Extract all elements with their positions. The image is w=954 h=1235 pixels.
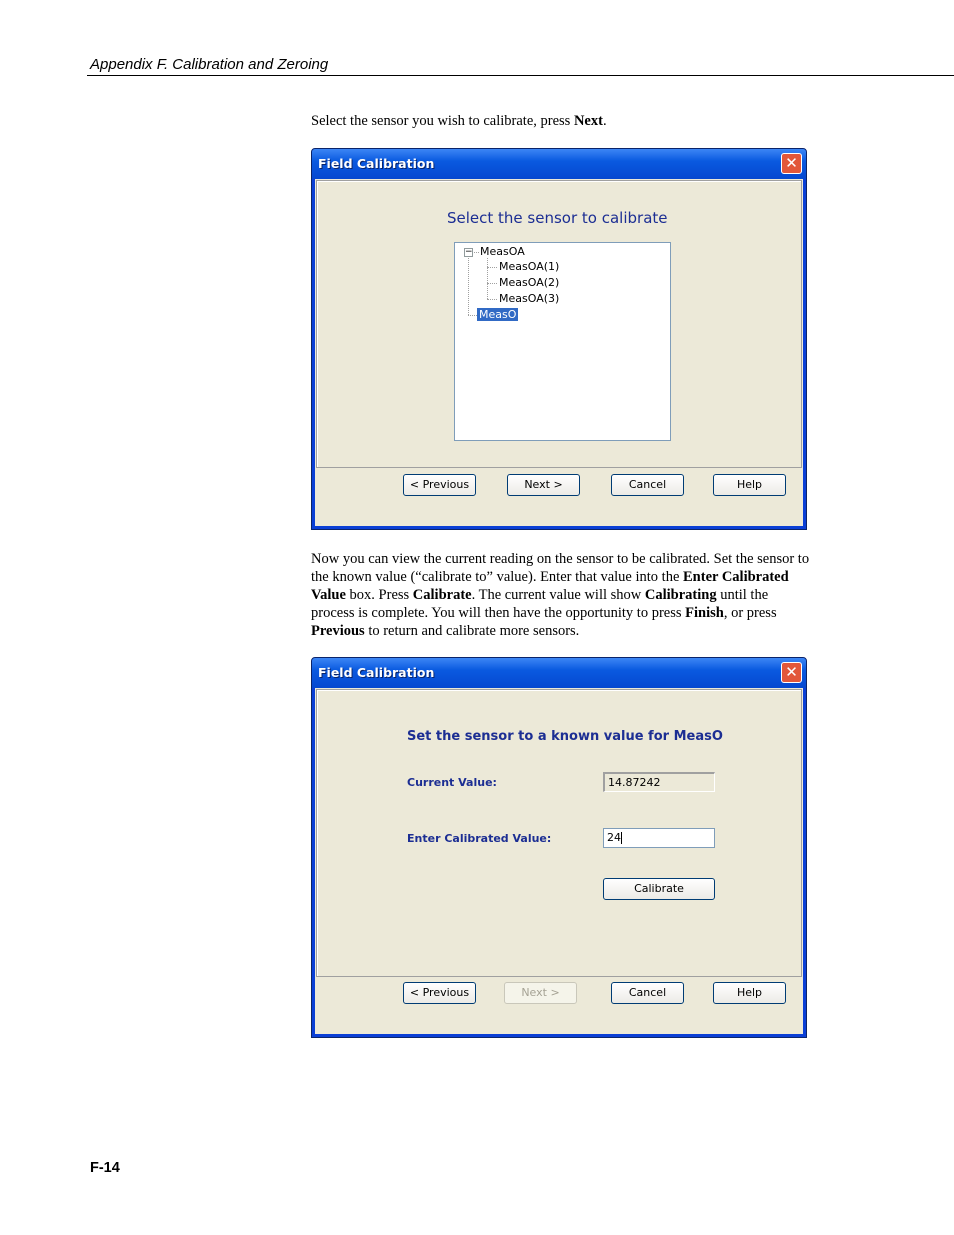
para-bold: Finish (685, 605, 724, 621)
close-icon[interactable]: ✕ (781, 662, 802, 683)
tree-node-measoa[interactable]: MeasOA (480, 245, 525, 258)
calibrated-value-text: 24 (607, 831, 621, 844)
page-number: F-14 (90, 1160, 120, 1176)
tree-node-measo-selected[interactable]: MeasO (477, 308, 519, 321)
text-caret (621, 832, 622, 844)
next-button-disabled: Next > (504, 982, 577, 1004)
dialog-title: Field Calibration (318, 665, 435, 680)
para-bold: Calibrating (644, 587, 717, 603)
wizard-panel: Select the sensor to calibrate − MeasOA … (316, 180, 802, 468)
tree-line (487, 299, 497, 300)
calibrate-button[interactable]: Calibrate (603, 878, 715, 900)
cancel-button[interactable]: Cancel (611, 474, 684, 496)
calibrated-value-label: Enter Calibrated Value: (407, 832, 552, 845)
tree-node-measoa-2[interactable]: MeasOA(2) (499, 276, 559, 289)
instructions-paragraph: Now you can view the current reading on … (311, 550, 811, 640)
tree-line (487, 258, 488, 299)
wizard-button-bar: < Previous Next > Cancel Help (315, 466, 803, 526)
cancel-button[interactable]: Cancel (611, 982, 684, 1004)
dialog-client-area: Set the sensor to a known value for Meas… (315, 688, 803, 1034)
intro-paragraph: Select the sensor you wish to calibrate,… (311, 112, 811, 130)
page-header: Appendix F. Calibration and Zeroing (90, 56, 329, 73)
para-bold: Calibrate (412, 587, 472, 603)
previous-button[interactable]: < Previous (403, 474, 476, 496)
next-button[interactable]: Next > (507, 474, 580, 496)
dialog-client-area: Select the sensor to calibrate − MeasOA … (315, 179, 803, 526)
intro-text: Select the sensor you wish to calibrate,… (311, 113, 574, 129)
collapse-icon[interactable]: − (464, 248, 473, 257)
tree-node-measoa-3[interactable]: MeasOA(3) (499, 292, 559, 305)
para-bold: Previous (311, 623, 365, 639)
intro-text-end: . (602, 113, 607, 129)
intro-bold-next: Next (573, 113, 603, 129)
wizard-panel: Set the sensor to a known value for Meas… (316, 689, 802, 977)
current-value-label: Current Value: (407, 776, 497, 789)
field-calibration-dialog-value: Field Calibration ✕ Set the sensor to a … (311, 657, 807, 1038)
sensor-tree[interactable]: − MeasOA MeasOA(1) MeasOA(2) MeasOA(3) M… (454, 242, 671, 441)
help-button[interactable]: Help (713, 474, 786, 496)
tree-line (468, 258, 469, 315)
dialog-title: Field Calibration (318, 156, 435, 171)
known-value-heading: Set the sensor to a known value for Meas… (407, 729, 723, 744)
current-value-field: 14.87242 (603, 772, 715, 792)
help-button[interactable]: Help (713, 982, 786, 1004)
tree-line (487, 267, 497, 268)
calibrated-value-input[interactable]: 24 (603, 828, 715, 848)
header-rule (87, 75, 954, 76)
wizard-button-bar: < Previous Next > Cancel Help (315, 974, 803, 1034)
close-icon[interactable]: ✕ (781, 153, 802, 174)
para-text: , or press (723, 605, 777, 621)
para-text: to return and calibrate more sensors. (364, 623, 580, 639)
field-calibration-dialog-select: Field Calibration ✕ Select the sensor to… (311, 148, 807, 530)
select-sensor-heading: Select the sensor to calibrate (447, 209, 668, 227)
previous-button[interactable]: < Previous (403, 982, 476, 1004)
tree-line (474, 252, 479, 253)
tree-line (468, 315, 477, 316)
para-text: box. Press (345, 587, 413, 603)
dialog-titlebar: Field Calibration ✕ (312, 658, 806, 688)
tree-line (487, 283, 497, 284)
tree-node-measoa-1[interactable]: MeasOA(1) (499, 260, 559, 273)
para-text: . The current value will show (471, 587, 645, 603)
dialog-titlebar: Field Calibration ✕ (312, 149, 806, 179)
